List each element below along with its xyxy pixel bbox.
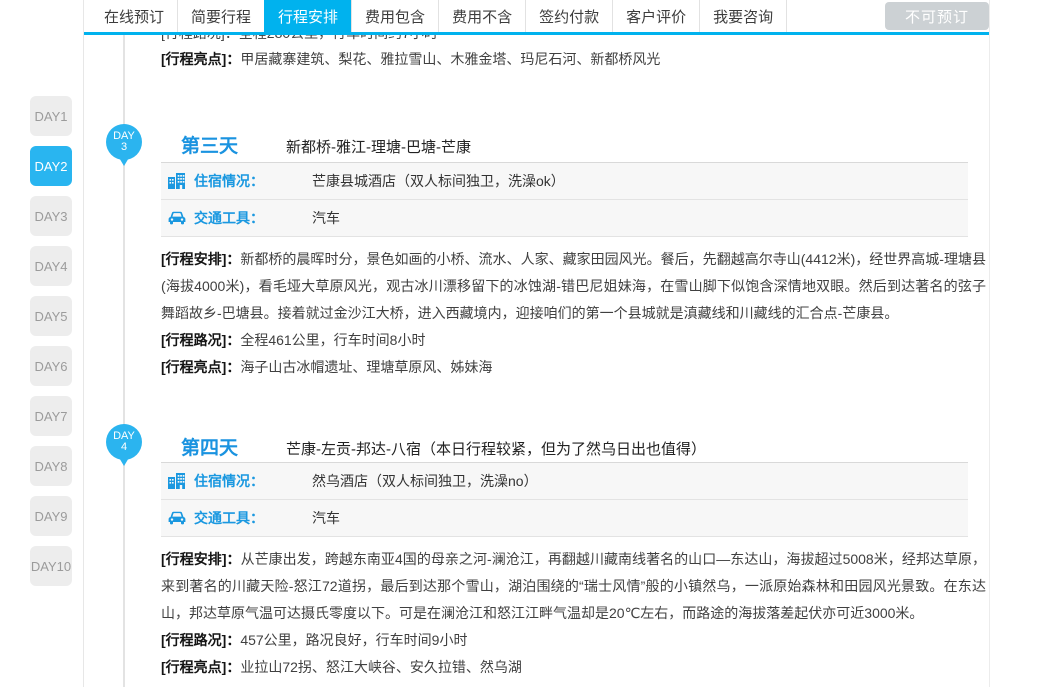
highlight-text: 业拉山72拐、怒江大峡谷、安久拉错、然乌湖: [240, 659, 522, 675]
day4-transport-label: 交通工具：: [194, 508, 264, 528]
tab-itinerary[interactable]: 行程安排: [264, 0, 351, 32]
day4-description: [行程安排]：从芒康出发，跨越东南亚4国的母亲之河-澜沧江，再翻越川藏南线著名的…: [161, 546, 986, 681]
car-icon: [168, 210, 186, 226]
itinerary-panel: [行程路况]：全程280公里，行车时间约7小时 [行程亮点]：甲居藏寨建筑、梨花…: [83, 0, 990, 687]
plan-label: [行程安排]：: [161, 551, 241, 567]
sidebar-item-day6[interactable]: DAY6: [30, 346, 72, 386]
tab-consult[interactable]: 我要咨询: [699, 0, 787, 32]
day4-road: [行程路况]：457公里，路况良好，行车时间9小时: [161, 627, 986, 654]
plan-text: 新都桥的晨晖时分，景色如画的小桥、流水、人家、藏家田园风光。餐后，先翻越高尔寺山…: [161, 251, 986, 321]
day4-title: 第四天: [181, 433, 238, 460]
day4-lodging-label: 住宿情况：: [194, 471, 264, 491]
sidebar-item-day1[interactable]: DAY1: [30, 96, 72, 136]
day4-timeline-pin: DAY 4: [106, 424, 142, 460]
plan-label: [行程安排]：: [161, 251, 240, 267]
day3-description: [行程安排]：新都桥的晨晖时分，景色如画的小桥、流水、人家、藏家田园风光。餐后，…: [161, 246, 986, 381]
day3-info-rows: 住宿情况： 芒康县城酒店（双人标间独卫，洗澡ok） 交通工具： 汽车: [161, 162, 968, 237]
road-text: 457公里，路况良好，行车时间9小时: [240, 632, 467, 648]
plan-text: 从芒康出发，跨越东南亚4国的母亲之河-澜沧江，再翻越川藏南线著名的山口—东达山，…: [161, 551, 986, 621]
day4-info-rows: 住宿情况： 然乌酒店（双人标间独卫，洗澡no） 交通工具： 汽车: [161, 462, 968, 537]
tab-sign-payment[interactable]: 签约付款: [525, 0, 612, 32]
hotel-icon: [168, 473, 186, 489]
day3-header: 第三天 新都桥-雅江-理塘-巴塘-芒康: [161, 131, 471, 158]
highlight-text: 海子山古冰帽遗址、理塘草原风、姊妹海: [240, 359, 492, 375]
tab-customer-review[interactable]: 客户评价: [612, 0, 699, 32]
day3-road: [行程路况]：全程461公里，行车时间8小时: [161, 327, 986, 354]
day4-transport-row: 交通工具： 汽车: [161, 500, 968, 537]
day3-plan: [行程安排]：新都桥的晨晖时分，景色如画的小桥、流水、人家、藏家田园风光。餐后，…: [161, 246, 986, 327]
day3-highlight: [行程亮点]：海子山古冰帽遗址、理塘草原风、姊妹海: [161, 354, 986, 381]
day4-lodging-row: 住宿情况： 然乌酒店（双人标间独卫，洗澡no）: [161, 463, 968, 500]
sidebar-item-day7[interactable]: DAY7: [30, 396, 72, 436]
book-disabled-button[interactable]: 不可预订: [885, 2, 989, 30]
highlight-label: [行程亮点]：: [161, 659, 240, 675]
pin-day-number: 3: [121, 142, 127, 153]
highlight-label: [行程亮点]：: [161, 359, 240, 375]
road-text: 全程461公里，行车时间8小时: [240, 332, 425, 348]
tab-brief-itinerary[interactable]: 简要行程: [177, 0, 264, 32]
day3-lodging-row: 住宿情况： 芒康县城酒店（双人标间独卫，洗澡ok）: [161, 163, 968, 200]
sidebar-item-day9[interactable]: DAY9: [30, 496, 72, 536]
sidebar-item-day5[interactable]: DAY5: [30, 296, 72, 336]
sidebar-item-day4[interactable]: DAY4: [30, 246, 72, 286]
hotel-icon: [168, 173, 186, 189]
tab-fee-included[interactable]: 费用包含: [351, 0, 438, 32]
day4-plan: [行程安排]：从芒康出发，跨越东南亚4国的母亲之河-澜沧江，再翻越川藏南线著名的…: [161, 546, 986, 627]
day3-transport-row: 交通工具： 汽车: [161, 200, 968, 237]
sidebar-item-day3[interactable]: DAY3: [30, 196, 72, 236]
tab-fee-excluded[interactable]: 费用不含: [438, 0, 525, 32]
day3-title: 第三天: [181, 131, 238, 158]
road-label: [行程路况]：: [161, 332, 240, 348]
sidebar-item-day8[interactable]: DAY8: [30, 446, 72, 486]
day3-timeline-pin: DAY 3: [106, 124, 142, 160]
day3-lodging-label: 住宿情况：: [194, 171, 264, 191]
day4-header: 第四天 芒康-左贡-邦达-八宿（本日行程较紧，但为了然乌日出也值得）: [161, 433, 706, 460]
tab-online-booking[interactable]: 在线预订: [91, 0, 177, 32]
previous-day-highlight-line: [行程亮点]：甲居藏寨建筑、梨花、雅拉雪山、木雅金塔、玛尼石河、新都桥风光: [161, 46, 986, 72]
day4-lodging-value: 然乌酒店（双人标间独卫，洗澡no）: [312, 471, 538, 491]
highlight-text: 甲居藏寨建筑、梨花、雅拉雪山、木雅金塔、玛尼石河、新都桥风光: [240, 51, 660, 67]
car-icon: [168, 510, 186, 526]
day3-route: 新都桥-雅江-理塘-巴塘-芒康: [286, 136, 471, 157]
day3-transport-value: 汽车: [312, 208, 340, 228]
pin-day-number: 4: [121, 442, 127, 453]
section-tab-bar: 在线预订 简要行程 行程安排 费用包含 费用不含 签约付款 客户评价 我要咨询 …: [84, 0, 989, 35]
day4-transport-value: 汽车: [312, 508, 340, 528]
day-sidebar: DAY1 DAY2 DAY3 DAY4 DAY5 DAY6 DAY7 DAY8 …: [30, 96, 74, 596]
sidebar-item-day2[interactable]: DAY2: [30, 146, 72, 186]
day3-transport-label: 交通工具：: [194, 208, 264, 228]
sidebar-item-day10[interactable]: DAY10: [30, 546, 72, 586]
road-label: [行程路况]：: [161, 632, 240, 648]
day4-highlight: [行程亮点]：业拉山72拐、怒江大峡谷、安久拉错、然乌湖: [161, 654, 986, 681]
day3-lodging-value: 芒康县城酒店（双人标间独卫，洗澡ok）: [312, 171, 565, 191]
highlight-label: [行程亮点]：: [161, 51, 240, 67]
day4-route: 芒康-左贡-邦达-八宿（本日行程较紧，但为了然乌日出也值得）: [286, 438, 706, 459]
